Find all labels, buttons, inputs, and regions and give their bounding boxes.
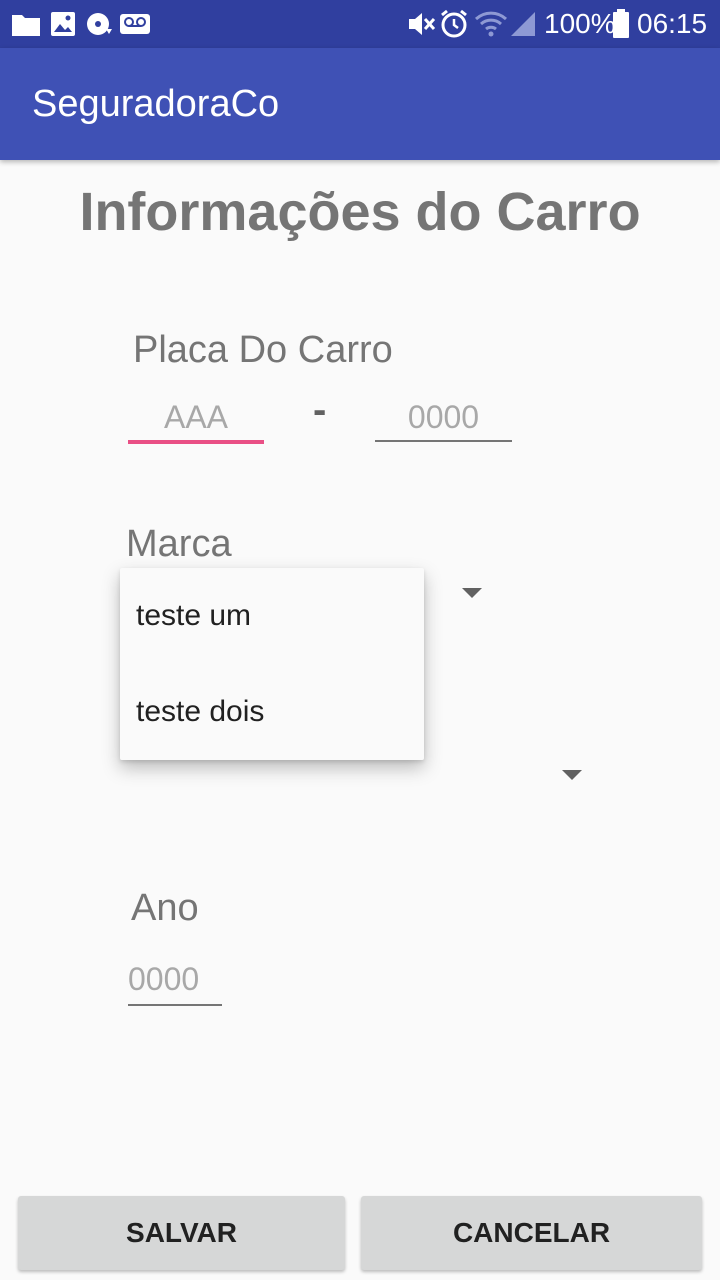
page-title: Informações do Carro: [79, 182, 641, 242]
app-title: SeguradoraCo: [32, 83, 280, 125]
plate-letters-input[interactable]: [128, 392, 264, 442]
plate-numbers-input[interactable]: [375, 392, 512, 442]
sync-disc-icon: [87, 13, 112, 35]
signal-icon: [511, 12, 535, 36]
year-underline: [128, 1004, 222, 1006]
dropdown-option-teste-dois[interactable]: teste dois: [120, 664, 424, 760]
voicemail-icon: [120, 14, 150, 34]
app-bar: SeguradoraCo: [0, 48, 720, 160]
save-button[interactable]: SALVAR: [18, 1196, 345, 1270]
wifi-icon: [474, 11, 508, 37]
battery-icon: [613, 9, 629, 38]
status-bar: 100% 06:15: [0, 0, 720, 48]
plate-separator: -: [313, 388, 327, 432]
dropdown-option-teste-um[interactable]: teste um: [120, 568, 424, 664]
alarm-icon: [441, 9, 467, 38]
battery-percent: 100%: [544, 8, 616, 39]
brand-dropdown-arrow-icon[interactable]: [462, 588, 482, 598]
mute-icon: [409, 13, 436, 35]
model-dropdown-arrow-icon[interactable]: [562, 770, 582, 780]
plate-label: Placa Do Carro: [133, 329, 393, 371]
year-label: Ano: [131, 887, 199, 929]
plate-letters-underline: [128, 440, 264, 444]
image-icon: [51, 12, 75, 36]
cancel-button[interactable]: CANCELAR: [361, 1196, 702, 1270]
brand-label: Marca: [126, 523, 232, 565]
folder-icon: [12, 15, 40, 36]
plate-numbers-underline: [375, 440, 512, 442]
clock: 06:15: [637, 8, 708, 39]
brand-dropdown-menu: teste um teste dois: [120, 568, 424, 760]
year-input[interactable]: [128, 954, 222, 1004]
